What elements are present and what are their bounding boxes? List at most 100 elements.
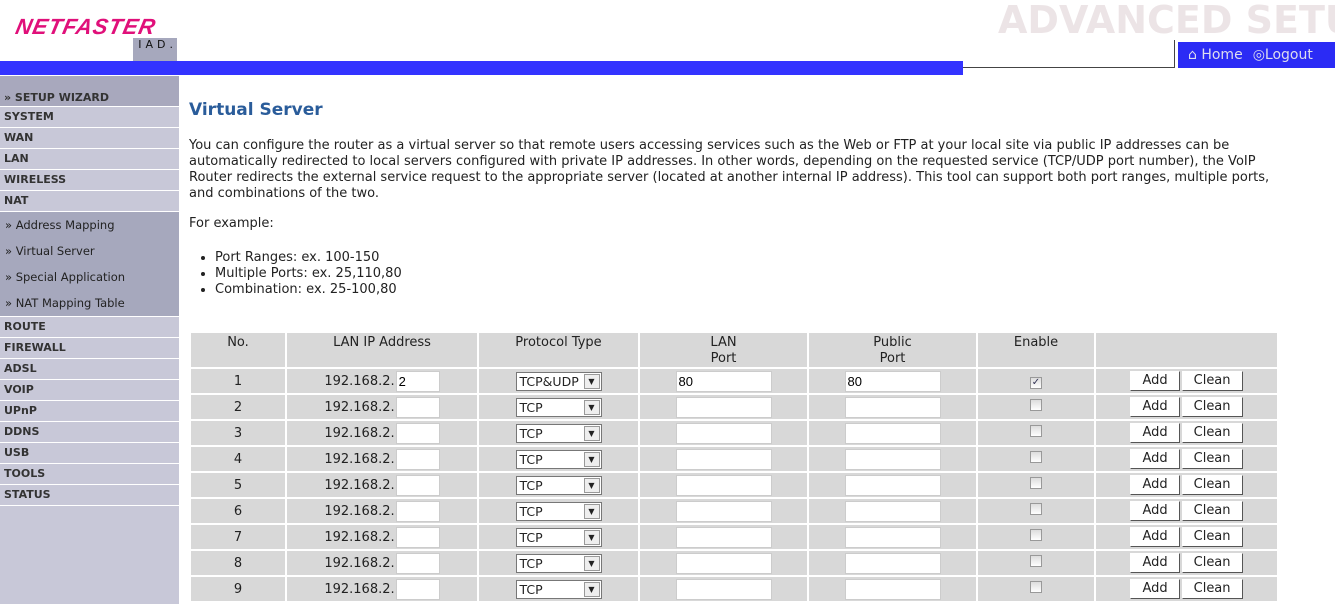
public-port-input[interactable] bbox=[844, 474, 941, 496]
enable-cell bbox=[978, 447, 1094, 471]
public-port-input[interactable] bbox=[844, 448, 941, 470]
public-port-input[interactable] bbox=[844, 370, 941, 392]
logout-link[interactable]: ◎Logout bbox=[1253, 47, 1313, 63]
enable-checkbox[interactable] bbox=[1030, 555, 1042, 567]
protocol-select[interactable]: TCP&UDP ▼ bbox=[515, 371, 602, 391]
public-port-input[interactable] bbox=[844, 422, 941, 444]
lan-ip-input[interactable] bbox=[395, 370, 440, 392]
sidebar-item-tools[interactable]: TOOLS bbox=[0, 464, 179, 485]
add-button[interactable]: Add bbox=[1130, 527, 1180, 547]
lan-ip-input[interactable] bbox=[395, 552, 440, 574]
ip-field-group: 192.168.2. bbox=[324, 422, 440, 444]
public-port-input[interactable] bbox=[844, 526, 941, 548]
protocol-select[interactable]: TCP ▼ bbox=[515, 397, 602, 417]
sidebar-item-adsl[interactable]: ADSL bbox=[0, 359, 179, 380]
actions-cell: Add Clean bbox=[1096, 577, 1277, 601]
protocol-select[interactable]: TCP ▼ bbox=[515, 449, 602, 469]
lan-ip-input[interactable] bbox=[395, 474, 440, 496]
clean-button[interactable]: Clean bbox=[1181, 527, 1243, 547]
add-button[interactable]: Add bbox=[1130, 449, 1180, 469]
public-port-input[interactable] bbox=[844, 500, 941, 522]
enable-checkbox[interactable]: ✓ bbox=[1030, 376, 1042, 389]
sidebar-item-route[interactable]: ROUTE bbox=[0, 317, 179, 338]
sidebar-item-status[interactable]: STATUS bbox=[0, 485, 179, 506]
sidebar-subitem[interactable]: » Special Application bbox=[0, 264, 179, 290]
lan-ip-input[interactable] bbox=[395, 526, 440, 548]
public-port-input[interactable] bbox=[844, 578, 941, 600]
lan-port-cell bbox=[640, 395, 807, 419]
protocol-cell: TCP ▼ bbox=[479, 577, 638, 601]
sidebar-item-system[interactable]: SYSTEM bbox=[0, 107, 179, 128]
lan-ip-input[interactable] bbox=[395, 396, 440, 418]
lan-port-input[interactable] bbox=[675, 422, 772, 444]
lan-ip-input[interactable] bbox=[395, 448, 440, 470]
chevron-down-icon: ▼ bbox=[583, 451, 600, 467]
clean-button[interactable]: Clean bbox=[1181, 501, 1243, 521]
enable-checkbox[interactable] bbox=[1030, 581, 1042, 593]
add-button[interactable]: Add bbox=[1130, 397, 1180, 417]
public-port-input[interactable] bbox=[844, 552, 941, 574]
protocol-value: TCP bbox=[519, 399, 543, 415]
enable-checkbox[interactable] bbox=[1030, 399, 1042, 411]
lan-port-input[interactable] bbox=[675, 396, 772, 418]
lan-port-input[interactable] bbox=[675, 526, 772, 548]
add-button[interactable]: Add bbox=[1130, 501, 1180, 521]
sidebar-item-ddns[interactable]: DDNS bbox=[0, 422, 179, 443]
enable-checkbox[interactable] bbox=[1030, 425, 1042, 437]
ip-field-group: 192.168.2. bbox=[324, 578, 440, 600]
clean-button[interactable]: Clean bbox=[1181, 475, 1243, 495]
add-button[interactable]: Add bbox=[1130, 423, 1180, 443]
protocol-select[interactable]: TCP ▼ bbox=[515, 553, 602, 573]
enable-checkbox[interactable] bbox=[1030, 477, 1042, 489]
enable-checkbox[interactable] bbox=[1030, 503, 1042, 515]
protocol-select[interactable]: TCP ▼ bbox=[515, 475, 602, 495]
column-header: Public Port bbox=[809, 333, 976, 367]
lan-port-input[interactable] bbox=[675, 448, 772, 470]
add-button[interactable]: Add bbox=[1130, 371, 1180, 391]
sidebar-subitem[interactable]: » Virtual Server bbox=[0, 238, 179, 264]
protocol-select[interactable]: TCP ▼ bbox=[515, 501, 602, 521]
table-row: 9 192.168.2. TCP ▼ Add Clean bbox=[191, 577, 1277, 601]
header-bar bbox=[0, 61, 963, 75]
sidebar-item-setup-wizard[interactable]: » SETUP WIZARD bbox=[0, 76, 179, 107]
sidebar-item-lan[interactable]: LAN bbox=[0, 149, 179, 170]
lan-ip-input[interactable] bbox=[395, 500, 440, 522]
lan-port-input[interactable] bbox=[675, 370, 772, 392]
add-button[interactable]: Add bbox=[1130, 475, 1180, 495]
protocol-cell: TCP&UDP ▼ bbox=[479, 369, 638, 393]
lan-port-cell bbox=[640, 499, 807, 523]
sidebar-item-wireless[interactable]: WIRELESS bbox=[0, 170, 179, 191]
sidebar-subitem[interactable]: » NAT Mapping Table bbox=[0, 290, 179, 316]
sidebar-item-nat[interactable]: NAT bbox=[0, 191, 179, 212]
clean-button[interactable]: Clean bbox=[1181, 371, 1243, 391]
lan-ip-input[interactable] bbox=[395, 578, 440, 600]
enable-cell bbox=[978, 525, 1094, 549]
lan-port-input[interactable] bbox=[675, 552, 772, 574]
public-port-input[interactable] bbox=[844, 396, 941, 418]
clean-button[interactable]: Clean bbox=[1181, 423, 1243, 443]
clean-button[interactable]: Clean bbox=[1181, 397, 1243, 417]
lan-port-input[interactable] bbox=[675, 500, 772, 522]
add-button[interactable]: Add bbox=[1130, 553, 1180, 573]
protocol-cell: TCP ▼ bbox=[479, 421, 638, 445]
actions-cell: Add Clean bbox=[1096, 473, 1277, 497]
clean-button[interactable]: Clean bbox=[1181, 449, 1243, 469]
sidebar-item-voip[interactable]: VOIP bbox=[0, 380, 179, 401]
enable-checkbox[interactable] bbox=[1030, 451, 1042, 463]
lan-port-input[interactable] bbox=[675, 578, 772, 600]
clean-button[interactable]: Clean bbox=[1181, 553, 1243, 573]
protocol-select[interactable]: TCP ▼ bbox=[515, 579, 602, 599]
protocol-select[interactable]: TCP ▼ bbox=[515, 423, 602, 443]
clean-button[interactable]: Clean bbox=[1181, 579, 1243, 599]
sidebar-item-usb[interactable]: USB bbox=[0, 443, 179, 464]
add-button[interactable]: Add bbox=[1130, 579, 1180, 599]
sidebar-item-wan[interactable]: WAN bbox=[0, 128, 179, 149]
home-link[interactable]: ⌂ Home bbox=[1188, 47, 1243, 63]
enable-checkbox[interactable] bbox=[1030, 529, 1042, 541]
lan-ip-input[interactable] bbox=[395, 422, 440, 444]
sidebar-item-upnp[interactable]: UPnP bbox=[0, 401, 179, 422]
sidebar-item-firewall[interactable]: FIREWALL bbox=[0, 338, 179, 359]
sidebar-subitem[interactable]: » Address Mapping bbox=[0, 212, 179, 238]
lan-port-input[interactable] bbox=[675, 474, 772, 496]
protocol-select[interactable]: TCP ▼ bbox=[515, 527, 602, 547]
